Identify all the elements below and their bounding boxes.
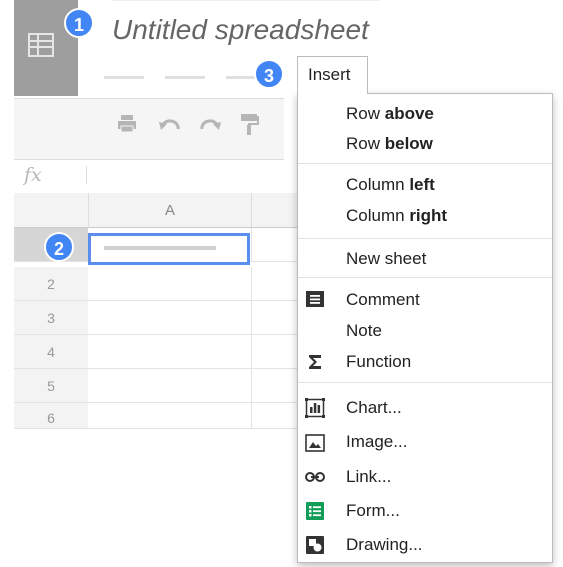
row-header[interactable]: 5: [14, 369, 88, 403]
column-header-b[interactable]: [252, 193, 300, 228]
link-icon: [305, 472, 325, 482]
undo-icon[interactable]: [158, 115, 182, 141]
formula-bar[interactable]: [14, 159, 284, 194]
menu-item-form[interactable]: Form...: [346, 501, 400, 521]
grid-row[interactable]: [88, 301, 300, 335]
insert-menu-dropdown: Row above Row below Column left Column r…: [297, 93, 553, 563]
menu-item-link[interactable]: Link...: [346, 467, 391, 487]
print-icon[interactable]: [116, 113, 138, 141]
sheets-grid-icon: [28, 33, 54, 57]
grid-row[interactable]: [88, 267, 300, 301]
grid-row[interactable]: [88, 403, 300, 429]
header-divider: [112, 0, 380, 1]
grid-row[interactable]: [88, 369, 300, 403]
menu-separator: [298, 238, 552, 239]
image-icon: [305, 434, 325, 452]
step-badge-3: 3: [254, 59, 284, 89]
menu-separator: [298, 277, 552, 278]
menu-item-function[interactable]: Function: [346, 352, 411, 372]
menu-separator: [298, 382, 552, 383]
grid-row[interactable]: [88, 335, 300, 369]
menu-insert[interactable]: Insert: [297, 56, 368, 94]
form-icon: [306, 502, 324, 520]
menu-item-comment[interactable]: Comment: [346, 290, 420, 310]
menu-item-column-left[interactable]: Column left: [346, 175, 435, 195]
row-header[interactable]: 3: [14, 301, 88, 335]
chart-icon: [305, 398, 325, 418]
row-header[interactable]: 2: [14, 267, 88, 301]
drawing-icon: [306, 536, 324, 554]
grid-corner[interactable]: [14, 193, 88, 228]
step-badge-1: 1: [64, 8, 94, 38]
menu-placeholder: [165, 76, 205, 79]
row-header[interactable]: 4: [14, 335, 88, 369]
paint-format-icon[interactable]: [240, 112, 260, 142]
menu-separator: [298, 163, 552, 164]
comment-icon: [306, 291, 324, 307]
menu-item-note[interactable]: Note: [346, 321, 382, 341]
menu-item-row-above[interactable]: Row above: [346, 104, 434, 124]
menu-item-chart[interactable]: Chart...: [346, 398, 402, 418]
cell-content-placeholder: [104, 246, 216, 250]
step-badge-2: 2: [44, 232, 74, 262]
formula-divider: [86, 166, 87, 184]
menu-item-drawing[interactable]: Drawing...: [346, 535, 423, 555]
menu-placeholder: [226, 76, 256, 79]
menu-item-new-sheet[interactable]: New sheet: [346, 249, 426, 269]
menu-placeholder: [104, 76, 144, 79]
column-header-a[interactable]: A: [88, 193, 252, 228]
menu-item-image[interactable]: Image...: [346, 432, 407, 452]
sigma-icon: [309, 355, 321, 369]
fx-label: fx: [24, 164, 42, 186]
menu-item-column-right[interactable]: Column right: [346, 206, 447, 226]
menu-item-row-below[interactable]: Row below: [346, 134, 433, 154]
document-title[interactable]: Untitled spreadsheet: [112, 14, 369, 46]
row-header[interactable]: 6: [14, 403, 88, 429]
redo-icon[interactable]: [198, 115, 222, 141]
